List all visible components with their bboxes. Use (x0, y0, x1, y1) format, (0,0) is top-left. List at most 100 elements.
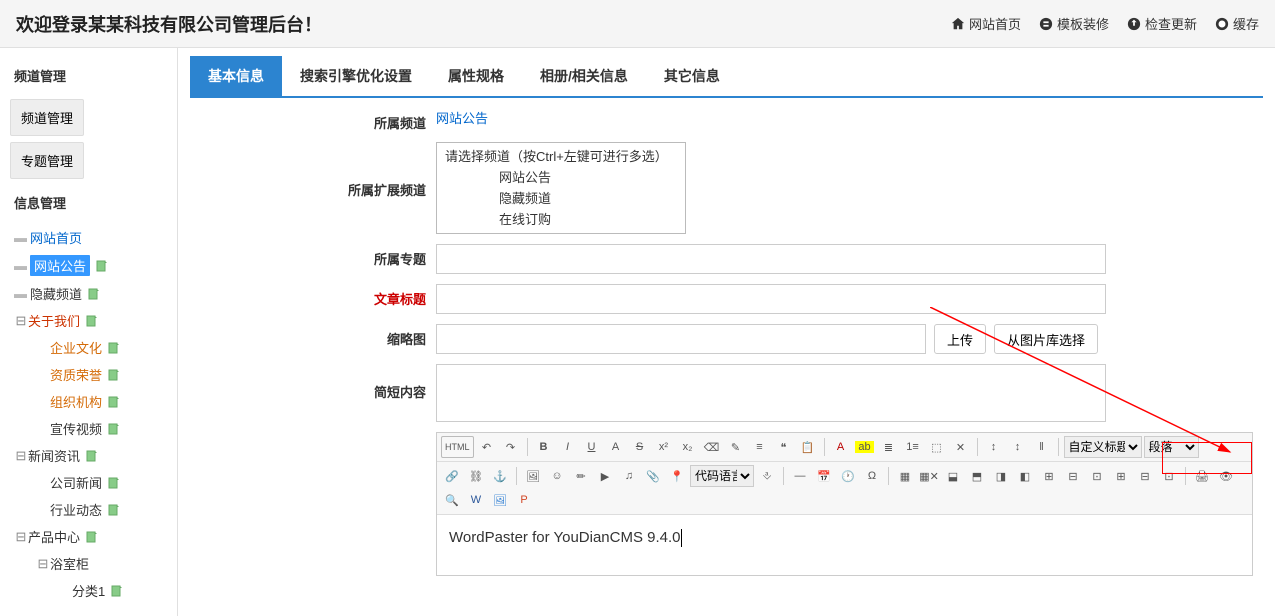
sidebar-btn-topic-manage[interactable]: 专题管理 (10, 142, 84, 179)
ext-channel-option[interactable]: 网站公告 (439, 166, 683, 187)
editor-btn-date[interactable]: 📅 (813, 465, 835, 487)
editor-btn-removeformat[interactable]: ⌫ (701, 436, 723, 458)
editor-btn-deletetable[interactable]: ▦✕ (918, 465, 940, 487)
editor-btn-cleardoc[interactable]: ✕ (950, 436, 972, 458)
editor-btn-formatmatch[interactable]: ✎ (725, 436, 747, 458)
sidebar-item[interactable]: 分类1 (50, 577, 177, 604)
editor-btn-redo[interactable]: ↷ (500, 436, 522, 458)
editor-btn-lineheight[interactable]: ‖ (1031, 436, 1053, 458)
sidebar-item[interactable]: ▬网站公告 (14, 251, 177, 280)
ext-channel-option[interactable]: 隐藏频道 (439, 187, 683, 208)
editor-select-custom-heading[interactable]: 自定义标题 (1064, 436, 1142, 458)
editor-btn-anchor[interactable]: ⚓ (489, 465, 511, 487)
editor-btn-fontborder[interactable]: A (605, 436, 627, 458)
editor-btn-music[interactable]: ♫ (618, 465, 640, 487)
editor-btn-search[interactable]: 🔍 (441, 489, 463, 511)
ext-channel-option[interactable]: 在线订购 (439, 208, 683, 229)
editor-btn-autotypeset[interactable]: ≡ (749, 436, 771, 458)
editor-btn-print[interactable]: 🖨 (1191, 465, 1213, 487)
editor-btn-image[interactable]: 🖼 (522, 465, 544, 487)
sidebar-item[interactable]: ⊟产品中心 (14, 523, 177, 550)
editor-btn-splitcells[interactable]: ⊞ (1110, 465, 1132, 487)
channel-value-link[interactable]: 网站公告 (436, 111, 488, 126)
editor-btn-bold[interactable]: B (533, 436, 555, 458)
sidebar-item[interactable]: 资质荣誉 (32, 361, 177, 388)
editor-btn-unlink[interactable]: ⛓ (465, 465, 487, 487)
from-library-button[interactable]: 从图片库选择 (994, 324, 1098, 354)
tree-toggle-icon[interactable]: ⊟ (14, 313, 28, 329)
editor-btn-map[interactable]: 📍 (666, 465, 688, 487)
editor-btn-rowspacingbottom[interactable]: ↕ (1007, 436, 1029, 458)
editor-btn-deleterow[interactable]: ⬒ (966, 465, 988, 487)
editor-btn-rowspacingtop[interactable]: ↕ (983, 436, 1005, 458)
top-link-home[interactable]: 网站首页 (951, 14, 1021, 33)
sidebar-item[interactable]: ⊟新闻资讯 (14, 442, 177, 469)
ext-channel-option[interactable]: 关于我们 (439, 229, 683, 234)
tab-3[interactable]: 相册/相关信息 (522, 56, 646, 96)
editor-btn-preview[interactable]: 👁 (1215, 465, 1237, 487)
editor-btn-mergeright[interactable]: ⊟ (1062, 465, 1084, 487)
sidebar-item[interactable]: ▬网站首页 (14, 224, 177, 251)
tab-4[interactable]: 其它信息 (646, 56, 738, 96)
upload-button[interactable]: 上传 (934, 324, 986, 354)
editor-btn-strike[interactable]: S (629, 436, 651, 458)
sidebar-item[interactable]: ⊟浴室柜 (32, 550, 177, 577)
top-link-update[interactable]: 检查更新 (1127, 14, 1197, 33)
editor-btn-insertcol[interactable]: ◨ (990, 465, 1012, 487)
sidebar-item[interactable]: 行业动态 (32, 496, 177, 523)
top-link-cache[interactable]: 缓存 (1215, 14, 1259, 33)
editor-btn-italic[interactable]: I (557, 436, 579, 458)
tab-2[interactable]: 属性规格 (430, 56, 522, 96)
editor-btn-time[interactable]: 🕐 (837, 465, 859, 487)
editor-btn-mergedown[interactable]: ⊡ (1086, 465, 1108, 487)
editor-btn-word-icon[interactable]: W (465, 489, 487, 511)
brief-textarea[interactable] (436, 364, 1106, 422)
editor-btn-subscript[interactable]: x₂ (677, 436, 699, 458)
editor-btn-paste-plain[interactable]: 📋 (797, 436, 819, 458)
topic-input[interactable] (436, 244, 1106, 274)
editor-btn-image2-icon[interactable]: 🖼 (489, 489, 511, 511)
tab-1[interactable]: 搜索引擎优化设置 (282, 56, 430, 96)
editor-btn-html[interactable]: HTML (441, 436, 474, 458)
sidebar-item[interactable]: 宣传视频 (32, 415, 177, 442)
editor-btn-pagebreak[interactable]: ⎀ (756, 465, 778, 487)
editor-btn-emotion[interactable]: ☺ (546, 465, 568, 487)
tab-0[interactable]: 基本信息 (190, 56, 282, 96)
editor-btn-scrawl[interactable]: ✏ (570, 465, 592, 487)
editor-btn-undo[interactable]: ↶ (476, 436, 498, 458)
sidebar-item[interactable]: ▬隐藏频道 (14, 280, 177, 307)
editor-btn-blockquote[interactable]: ❝ (773, 436, 795, 458)
editor-btn-mergecells[interactable]: ⊞ (1038, 465, 1060, 487)
top-link-template[interactable]: 模板装修 (1039, 14, 1109, 33)
sidebar-btn-channel-manage[interactable]: 频道管理 (10, 99, 84, 136)
sidebar-item[interactable]: ⊟关于我们 (14, 307, 177, 334)
sidebar-item[interactable]: 组织机构 (32, 388, 177, 415)
sidebar-item[interactable]: 企业文化 (32, 334, 177, 361)
article-title-input[interactable] (436, 284, 1106, 314)
editor-btn-backcolor[interactable]: ab (854, 436, 876, 458)
tree-toggle-icon[interactable]: ⊟ (36, 556, 50, 572)
editor-select-paragraph[interactable]: 段落 (1144, 436, 1199, 458)
ext-channel-select[interactable]: 请选择频道（按Ctrl+左键可进行多选）网站公告隐藏频道在线订购关于我们├─企业… (436, 142, 686, 234)
editor-btn-hr[interactable]: — (789, 465, 811, 487)
editor-content-area[interactable]: WordPaster for YouDianCMS 9.4.0 (437, 515, 1252, 575)
editor-btn-insertrow[interactable]: ⬓ (942, 465, 964, 487)
tree-toggle-icon[interactable]: ⊟ (14, 448, 28, 464)
editor-btn-splitcols[interactable]: ⊡ (1158, 465, 1180, 487)
editor-btn-attachment[interactable]: 📎 (642, 465, 664, 487)
editor-btn-video[interactable]: ▶ (594, 465, 616, 487)
editor-btn-superscript[interactable]: x² (653, 436, 675, 458)
editor-btn-forecolor[interactable]: A (830, 436, 852, 458)
editor-btn-selectall[interactable]: ⬚ (926, 436, 948, 458)
tree-toggle-icon[interactable]: ⊟ (14, 529, 28, 545)
editor-btn-spechars[interactable]: Ω (861, 465, 883, 487)
editor-select-code-lang[interactable]: 代码语言 (690, 465, 754, 487)
thumbnail-input[interactable] (436, 324, 926, 354)
sidebar-item[interactable]: 公司新闻 (32, 469, 177, 496)
editor-btn-link[interactable]: 🔗 (441, 465, 463, 487)
editor-btn-insertlist[interactable]: ≣ (878, 436, 900, 458)
editor-btn-deletecol[interactable]: ◧ (1014, 465, 1036, 487)
editor-btn-splitrows[interactable]: ⊟ (1134, 465, 1156, 487)
editor-btn-powerpoint-icon[interactable]: P (513, 489, 535, 511)
editor-btn-insertorderedlist[interactable]: 1≡ (902, 436, 924, 458)
